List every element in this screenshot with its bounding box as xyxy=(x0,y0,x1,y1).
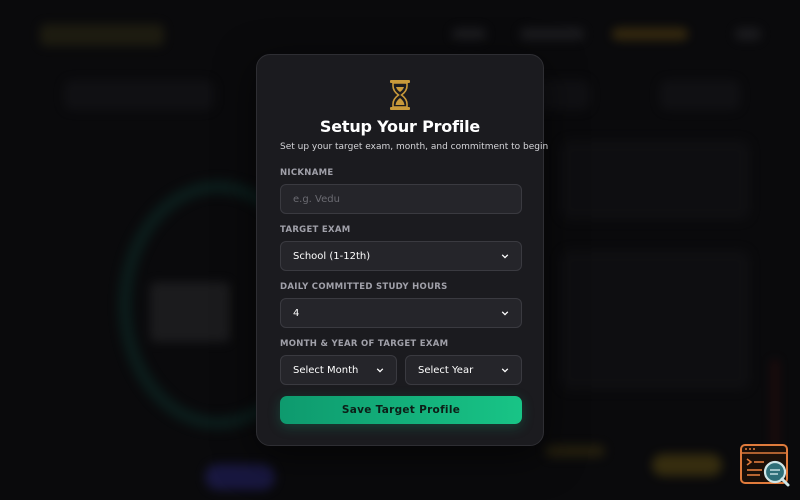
study-hours-label: DAILY COMMITTED STUDY HOURS xyxy=(280,282,448,292)
stat-card xyxy=(560,250,750,390)
action-pill xyxy=(205,464,275,490)
nav-item xyxy=(735,28,761,40)
nickname-placeholder: e.g. Vedu xyxy=(293,193,340,205)
nickname-input[interactable]: e.g. Vedu xyxy=(280,184,522,214)
save-target-profile-button[interactable]: Save Target Profile xyxy=(280,396,522,424)
study-hours-group: DAILY COMMITTED STUDY HOURS 4 xyxy=(280,282,522,328)
study-hours-value: 4 xyxy=(293,307,300,319)
study-hours-select[interactable]: 4 xyxy=(280,298,522,328)
month-value: Select Month xyxy=(293,364,359,376)
hourglass-icon xyxy=(390,80,410,110)
big-counter xyxy=(150,282,230,342)
accent-bar xyxy=(772,360,778,450)
target-exam-group: TARGET EXAM School (1-12th) xyxy=(280,225,522,271)
month-year-group: MONTH & YEAR OF TARGET EXAM Select Month… xyxy=(280,339,522,385)
modal-subtitle: Set up your target exam, month, and comm… xyxy=(280,142,549,152)
chevron-down-icon xyxy=(501,311,509,316)
month-select[interactable]: Select Month xyxy=(280,355,397,385)
app-stage: Setup Your Profile Set up your target ex… xyxy=(0,0,800,500)
tab-item xyxy=(64,80,214,110)
chevron-down-icon xyxy=(376,368,384,373)
console-search-icon[interactable] xyxy=(740,444,792,488)
chevron-down-icon xyxy=(501,368,509,373)
year-value: Select Year xyxy=(418,364,474,376)
target-exam-select[interactable]: School (1-12th) xyxy=(280,241,522,271)
month-year-label: MONTH & YEAR OF TARGET EXAM xyxy=(280,339,449,349)
target-exam-value: School (1-12th) xyxy=(293,250,371,262)
nickname-group: NICKNAME e.g. Vedu xyxy=(280,168,522,214)
nav-item xyxy=(612,28,688,40)
action-pill xyxy=(652,454,722,476)
target-exam-label: TARGET EXAM xyxy=(280,225,351,235)
app-logo xyxy=(40,24,164,46)
nav-item xyxy=(452,28,486,40)
year-select[interactable]: Select Year xyxy=(405,355,522,385)
action-pill xyxy=(545,445,605,457)
profile-setup-modal: Setup Your Profile Set up your target ex… xyxy=(256,54,549,446)
nav-item xyxy=(520,28,584,40)
nickname-label: NICKNAME xyxy=(280,168,334,178)
tab-item xyxy=(660,80,740,110)
stat-card xyxy=(560,140,750,220)
chevron-down-icon xyxy=(501,254,509,259)
modal-title: Setup Your Profile xyxy=(319,117,481,136)
